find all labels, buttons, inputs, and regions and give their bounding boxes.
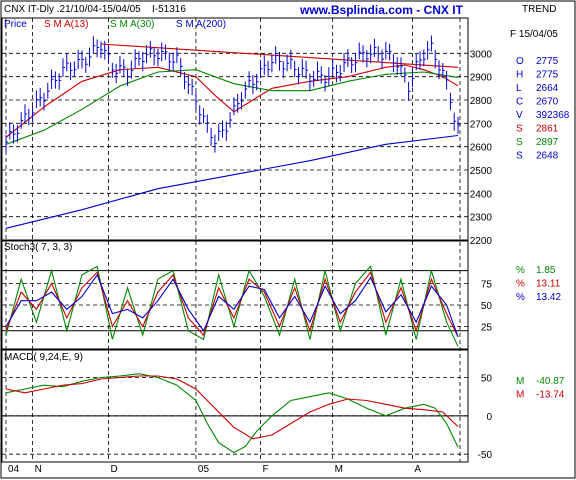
readout-value: 2775 — [536, 56, 559, 67]
readout-value: 2861 — [536, 124, 559, 135]
readout-value: -13.74 — [536, 390, 565, 401]
interval-label: I-51316 — [152, 4, 186, 15]
x-tick-label: N — [35, 464, 42, 475]
macd-label: MACD( 9,24,E, 9) — [4, 352, 83, 363]
y-tick-label: 0 — [486, 412, 492, 423]
stoch-label: Stoch3( 7, 3, 3) — [4, 242, 72, 253]
readout-value: 2648 — [536, 151, 559, 162]
readout-value: 13.42 — [536, 292, 561, 303]
readout-key: S — [516, 124, 523, 135]
readout-value: 13.11 — [536, 279, 561, 290]
y-tick-label: 2900 — [470, 73, 493, 84]
price-panel — [1, 17, 469, 241]
macd-values: M -40.87 M -13.74 — [516, 376, 565, 401]
readout-key: S — [516, 137, 523, 148]
site-title: www.Bsplindia.com - CNX IT — [299, 3, 464, 17]
readout-key: V — [516, 110, 523, 121]
readout-key: % — [516, 292, 525, 303]
x-tick-label: D — [111, 464, 118, 475]
readout-key: H — [516, 70, 523, 81]
readout-key: % — [516, 279, 525, 290]
readout-key: M — [516, 390, 524, 401]
readout-key: C — [516, 97, 523, 108]
y-tick-label: -50 — [478, 450, 493, 461]
readout-value: 392368 — [536, 110, 570, 121]
stock-chart: 04 N D 05 F M A 3000 2900 2800 2700 2600 2500 2400 230… — [0, 0, 576, 479]
sma30-label: S M A(30) — [110, 19, 154, 30]
y-tick-label: 2300 — [470, 213, 493, 224]
sma13-label: S M A(13) — [44, 19, 88, 30]
y-tick-label: 3000 — [470, 49, 493, 60]
readout-value: 2775 — [536, 70, 559, 81]
chart-title: CNX IT-Dly .21/10/04-15/04/05 — [4, 4, 141, 15]
readout-value: 2664 — [536, 83, 559, 94]
readout-key: O — [516, 56, 524, 67]
readout-value: -40.87 — [536, 376, 565, 387]
y-tick-label: 2200 — [470, 236, 493, 247]
x-tick-label: 04 — [8, 464, 20, 475]
readout-key: L — [516, 83, 522, 94]
readout-key: M — [516, 376, 524, 387]
x-tick-label: A — [414, 464, 421, 475]
x-tick-label: M — [335, 464, 343, 475]
readout-value: 1.85 — [536, 265, 556, 276]
info-rows: O 2775 H 2775 L 2664 C 2670 V 392368 S 2861 S 2897 S 26… — [516, 56, 570, 162]
y-tick-label: 2500 — [470, 166, 493, 177]
y-tick-label: 2800 — [470, 96, 493, 107]
y-tick-label: 75 — [481, 280, 493, 291]
stoch-values: % 1.85% 13.11% 13.42 — [516, 265, 561, 303]
readout-key: % — [516, 265, 525, 276]
info-date: F 15/04/05 — [510, 29, 558, 40]
x-tick-label: 05 — [198, 464, 210, 475]
y-tick-label: 50 — [481, 374, 493, 385]
macd-panel — [1, 349, 469, 463]
y-tick-label: 25 — [481, 323, 493, 334]
sma200-label: S M A(200) — [176, 19, 226, 30]
y-tick-label: 2400 — [470, 189, 493, 200]
price-label: Price — [4, 19, 27, 30]
y-tick-label: 50 — [481, 301, 493, 312]
readout-key: S — [516, 151, 523, 162]
y-tick-label: 2600 — [470, 143, 493, 154]
x-tick-label: F — [262, 464, 268, 475]
trend-label: TREND — [522, 4, 556, 15]
readout-value: 2897 — [536, 137, 559, 148]
y-tick-label: 2700 — [470, 119, 493, 130]
readout-value: 2670 — [536, 97, 559, 108]
